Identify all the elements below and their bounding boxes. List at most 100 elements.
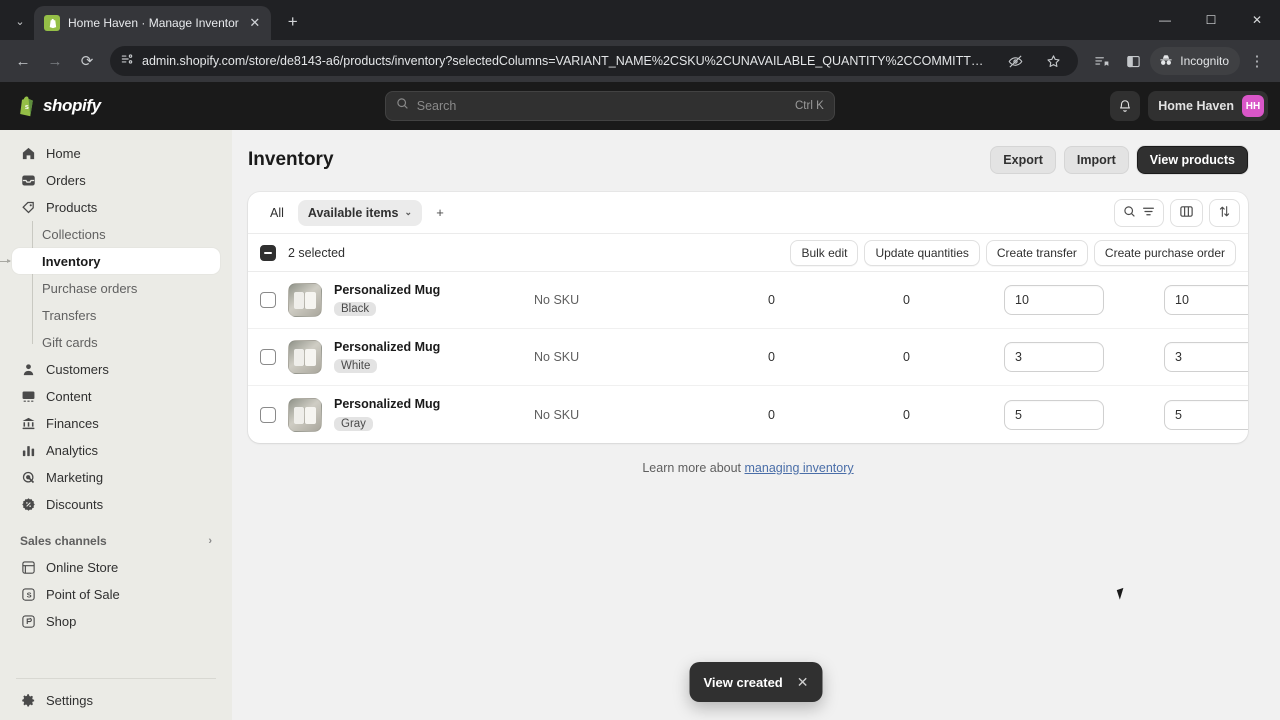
create-purchase-order-button[interactable]: Create purchase order [1093,239,1236,266]
sidebar-item-marketing[interactable]: Marketing [12,464,220,490]
edit-columns-button[interactable] [1170,198,1203,227]
available-cell: 10 [974,285,1134,315]
discount-icon [20,496,36,512]
split-view-icon[interactable] [1118,46,1148,76]
on-hand-cell: 10 [1134,285,1248,315]
shopify-bag-icon [44,15,60,31]
row-checkbox[interactable] [260,406,276,423]
browser-toolbar: ← → ⟳ admin.shopify.com/store/de8143-a6/… [0,40,1280,82]
new-tab-button[interactable]: + [279,8,307,36]
export-button[interactable]: Export [990,146,1056,174]
sku-cell: No SKU [534,293,580,307]
main-content: Inventory Export Import View products Al… [232,130,1280,720]
sidebar-footer: Settings [12,670,220,720]
toast-notification: View created ✕ [689,662,823,702]
close-icon[interactable]: ✕ [247,15,263,31]
sidebar-item-label: Settings [46,692,93,708]
svg-text:S: S [26,590,31,599]
forward-icon[interactable]: → [40,46,70,76]
sidebar-item-label: Transfers [42,307,97,323]
row-checkbox-cell [260,292,288,308]
import-button[interactable]: Import [1063,146,1129,174]
create-transfer-button[interactable]: Create transfer [985,239,1088,266]
sidebar-item-label: Online Store [46,559,119,575]
managing-inventory-link[interactable]: managing inventory [745,461,854,475]
search-placeholder: Search [416,99,457,113]
sales-channels-section[interactable]: Sales channels › [12,528,220,554]
variant-badge: White [334,359,378,374]
select-all-checkbox[interactable] [260,244,276,261]
row-checkbox[interactable] [260,349,276,365]
update-quantities-button[interactable]: Update quantities [864,239,980,266]
bulk-edit-button[interactable]: Bulk edit [790,239,859,266]
shop-icon [20,613,36,629]
window-close-button[interactable]: ✕ [1234,0,1280,40]
available-quantity-input[interactable]: 3 [1004,342,1104,372]
table-row[interactable]: Personalized Mug Black No SKU 0 0 10 10 [248,272,1248,329]
on-hand-quantity-input[interactable]: 10 [1164,285,1248,315]
filter-icon [1142,206,1155,220]
table-row[interactable]: Personalized Mug White No SKU 0 0 3 3 [248,329,1248,386]
search-input[interactable]: Search Ctrl K [384,91,835,121]
incognito-indicator[interactable]: Incognito [1150,47,1240,75]
bell-icon[interactable] [1110,91,1141,121]
sidebar-item-content[interactable]: Content [12,383,220,409]
toast-message: View created [703,674,783,690]
sidebar-item-settings[interactable]: Settings [12,687,220,713]
tab-all[interactable]: All [260,200,294,226]
page-info-icon[interactable] [120,52,134,71]
table-row[interactable]: Personalized Mug Gray No SKU 0 0 5 5 [248,386,1248,443]
reload-icon[interactable]: ⟳ [72,46,102,76]
sidebar-item-home[interactable]: Home [12,140,220,166]
sidebar-item-finances[interactable]: Finances [12,410,220,436]
search-and-filter-button[interactable] [1114,198,1164,227]
available-quantity-input[interactable]: 5 [1004,399,1104,430]
footer-text: Learn more about [642,461,745,475]
address-bar[interactable]: admin.shopify.com/store/de8143-a6/produc… [110,46,1079,76]
sidebar-item-gift-cards[interactable]: Gift cards [12,329,220,355]
sidebar-item-analytics[interactable]: Analytics [12,437,220,463]
sidebar-item-online-store[interactable]: Online Store [12,554,220,580]
chevron-right-icon[interactable]: › [208,535,212,547]
star-icon[interactable] [1038,46,1068,76]
tab-search-chevron-icon[interactable]: ⌄ [6,7,34,35]
chevron-down-icon[interactable]: ⌄ [404,207,412,218]
sidebar-item-customers[interactable]: Customers [12,356,220,382]
available-quantity-input[interactable]: 10 [1004,285,1104,315]
tab-available-items[interactable]: Available items ⌄ [297,199,423,226]
add-view-button[interactable]: + [426,199,454,227]
sidebar-item-purchase-orders[interactable]: Purchase orders [12,275,220,301]
on-hand-quantity-input[interactable]: 5 [1164,399,1248,430]
view-products-button[interactable]: View products [1136,146,1248,174]
product-thumbnail [288,283,322,317]
sidebar-item-transfers[interactable]: Transfers [12,302,220,328]
sidebar-item-label: Discounts [46,496,104,512]
row-checkbox[interactable] [260,292,276,308]
sidebar-item-orders[interactable]: Orders [12,167,220,193]
sidebar-item-collections[interactable]: Collections [12,221,220,247]
storefront-icon [20,559,36,575]
reading-list-icon[interactable] [1086,46,1116,76]
close-icon[interactable]: ✕ [797,674,809,691]
sort-button[interactable] [1209,198,1240,227]
search-icon [1123,205,1136,221]
browser-tab[interactable]: Home Haven · Manage Inventor ✕ [34,6,271,40]
maximize-button[interactable]: ☐ [1188,0,1234,40]
sidebar-item-inventory[interactable]: Inventory [0,248,220,274]
footer-note: Learn more about managing inventory [248,461,1248,475]
on-hand-quantity-input[interactable]: 3 [1164,342,1248,372]
eye-off-icon[interactable] [1000,46,1030,76]
sidebar-item-point-of-sale[interactable]: S Point of Sale [12,581,220,607]
sidebar-item-label: Inventory [42,253,101,269]
inventory-page: Inventory Export Import View products Al… [232,130,1272,475]
minimize-button[interactable]: — [1142,0,1188,40]
sidebar-item-products[interactable]: Products [12,194,220,220]
shopify-logo[interactable]: s shopify [12,96,242,117]
sidebar-item-label: Gift cards [42,334,98,350]
sidebar-item-discounts[interactable]: Discounts [12,491,220,517]
sidebar-item-shop[interactable]: Shop [12,608,220,634]
available-cell: 5 [974,399,1134,430]
browser-menu-icon[interactable]: ⋮ [1242,46,1272,76]
back-icon[interactable]: ← [8,46,38,76]
store-switcher[interactable]: Home Haven HH [1148,91,1268,121]
